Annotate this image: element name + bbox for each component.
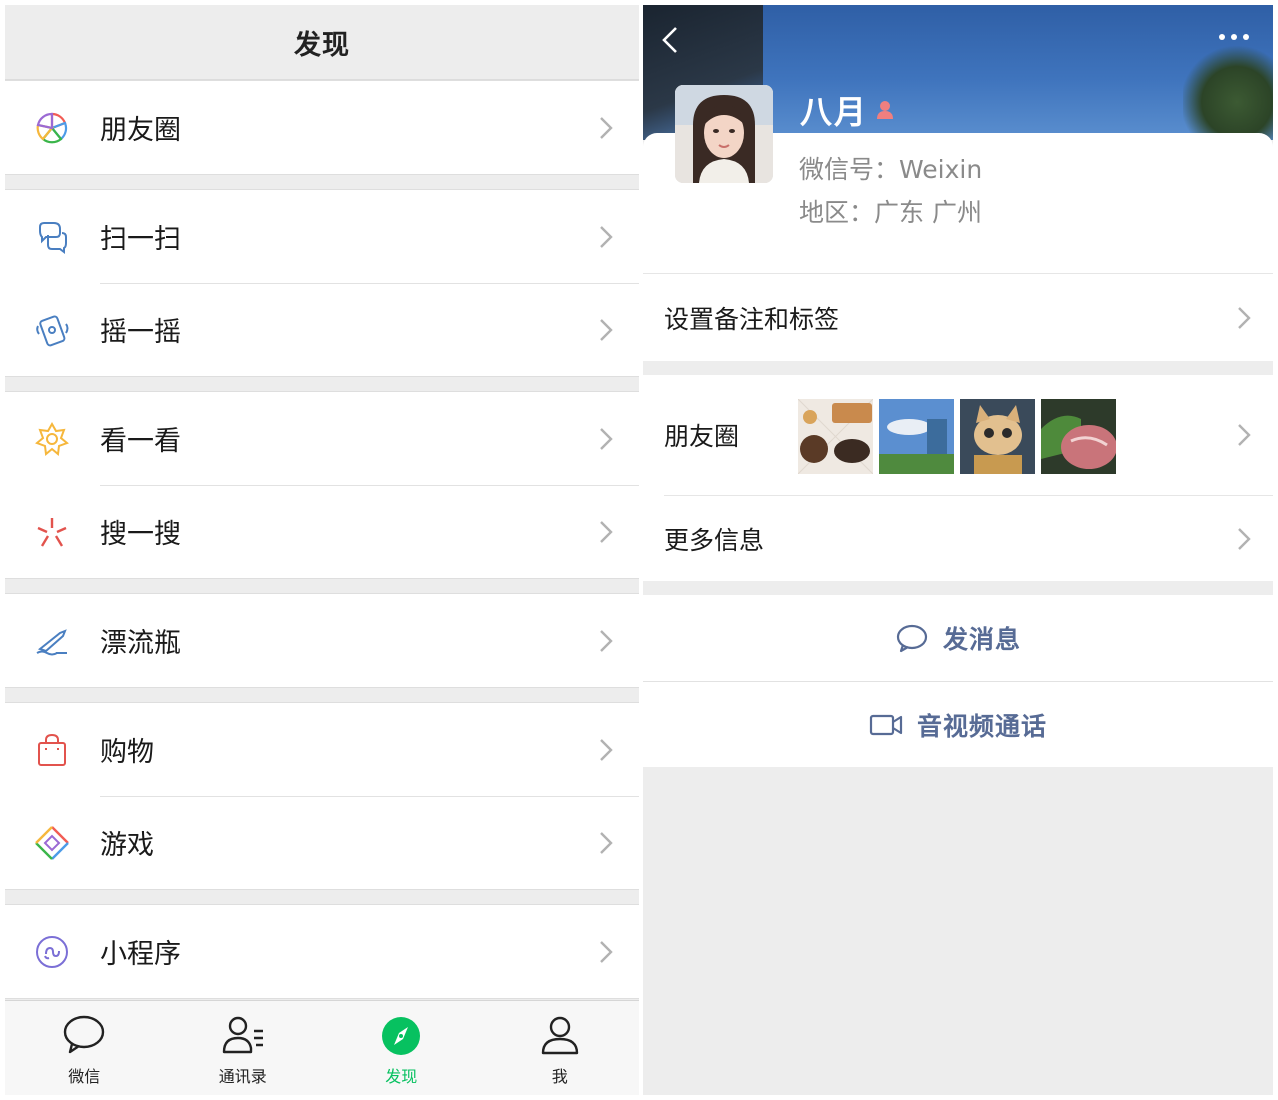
- scan-icon: [34, 219, 70, 255]
- tab-label: 我: [551, 1067, 568, 1086]
- menu-item-scan[interactable]: 扫一扫: [5, 190, 639, 283]
- tab-me[interactable]: 我: [481, 1001, 640, 1095]
- moments-photo-food: [798, 399, 873, 474]
- weixin-id: 微信号：Weixin: [799, 155, 983, 184]
- video-camera-icon: [869, 714, 903, 735]
- chevron-right-icon: [1237, 423, 1251, 447]
- discover-group: 购物 游戏: [5, 702, 639, 890]
- set-remark-row[interactable]: 设置备注和标签: [643, 274, 1273, 362]
- moments-photo-cat: [960, 399, 1035, 474]
- bottom-tab-bar: 微信 通讯录 发现 我: [5, 1000, 639, 1095]
- cover-tree: [1183, 45, 1273, 140]
- menu-item-label: 朋友圈: [100, 115, 181, 146]
- discover-group: 小程序: [5, 904, 639, 999]
- chevron-right-icon: [599, 738, 613, 762]
- menu-item-label: 小程序: [100, 939, 181, 970]
- chat-bubble-icon: [896, 624, 928, 653]
- moments-row[interactable]: 朋友圈: [643, 375, 1273, 495]
- chevron-right-icon: [1237, 527, 1251, 551]
- more-info-label: 更多信息: [664, 525, 765, 555]
- chevron-right-icon: [599, 520, 613, 544]
- tab-contacts[interactable]: 通讯录: [164, 1001, 323, 1095]
- moments-photos: [798, 399, 1116, 474]
- discover-group: 漂流瓶: [5, 593, 639, 688]
- chevron-right-icon: [1237, 306, 1251, 330]
- contact-name-text: 八月: [800, 93, 869, 131]
- discover-group: 朋友圈: [5, 80, 639, 175]
- games-icon: [34, 825, 70, 861]
- info-section: 朋友圈 更多信息: [643, 375, 1273, 581]
- chevron-right-icon: [599, 831, 613, 855]
- tab-chats[interactable]: 微信: [5, 1001, 164, 1095]
- moments-label: 朋友圈: [664, 422, 740, 451]
- menu-item-label: 摇一摇: [100, 317, 181, 348]
- moments-icon: [34, 110, 70, 146]
- female-icon: [877, 101, 894, 119]
- video-call-button[interactable]: 音视频通话: [643, 681, 1273, 767]
- chevron-left-icon: [662, 27, 677, 53]
- moments-photo-meat: [1041, 399, 1116, 474]
- chevron-right-icon: [599, 629, 613, 653]
- chevron-right-icon: [599, 940, 613, 964]
- back-button[interactable]: [659, 25, 681, 55]
- search-icon: [34, 514, 70, 550]
- profile-screen: 八月 微信号：Weixin 地区：广东 广州 设置备注和标签 朋友圈 更多信息 …: [643, 5, 1273, 1095]
- menu-item-games[interactable]: 游戏: [5, 796, 639, 889]
- set-remark-label: 设置备注和标签: [664, 305, 840, 334]
- page-title: 发现: [294, 29, 350, 61]
- menu-item-label: 搜一搜: [100, 519, 181, 550]
- contact-name: 八月: [800, 87, 896, 133]
- menu-item-label: 漂流瓶: [100, 628, 181, 659]
- chevron-right-icon: [599, 225, 613, 249]
- menu-item-label: 游戏: [100, 830, 154, 861]
- tab-label: 发现: [385, 1067, 418, 1086]
- more-info-row[interactable]: 更多信息: [664, 495, 1273, 581]
- nav-bar: 发现: [5, 5, 639, 80]
- menu-item-label: 购物: [100, 737, 154, 768]
- menu-item-drift-bottle[interactable]: 漂流瓶: [5, 594, 639, 687]
- more-dots-icon: [1219, 34, 1249, 40]
- discover-group: 看一看 搜一搜: [5, 391, 639, 579]
- drift-bottle-icon: [34, 623, 70, 659]
- shake-icon: [34, 312, 70, 348]
- region: 地区：广东 广州: [799, 198, 982, 227]
- menu-item-moments[interactable]: 朋友圈: [5, 81, 639, 174]
- menu-item-mini-programs[interactable]: 小程序: [5, 905, 639, 998]
- menu-item-label: 看一看: [100, 426, 181, 457]
- tab-label: 通讯录: [218, 1067, 267, 1086]
- chevron-right-icon: [599, 318, 613, 342]
- discover-group: 扫一扫 摇一摇: [5, 189, 639, 377]
- me-icon: [541, 1016, 578, 1055]
- moments-photo-sky: [879, 399, 954, 474]
- send-message-label: 发消息: [942, 625, 1021, 654]
- send-message-button[interactable]: 发消息: [643, 595, 1273, 681]
- tab-discover[interactable]: 发现: [322, 1001, 481, 1095]
- discover-screen: 发现 朋友圈 扫一扫 摇一摇 看一看 搜一搜 漂流瓶 购物 游戏 小程序 微信 …: [5, 5, 639, 1095]
- chevron-right-icon: [599, 427, 613, 451]
- more-button[interactable]: [1217, 27, 1251, 47]
- menu-item-shopping[interactable]: 购物: [5, 703, 639, 796]
- menu-item-search[interactable]: 搜一搜: [5, 485, 639, 578]
- top-stories-icon: [34, 421, 70, 457]
- remark-section: 设置备注和标签: [643, 273, 1273, 361]
- menu-item-shake[interactable]: 摇一摇: [5, 283, 639, 376]
- avatar[interactable]: [675, 85, 773, 183]
- compass-icon: [382, 1017, 421, 1055]
- menu-item-label: 扫一扫: [100, 224, 181, 255]
- tab-label: 微信: [68, 1067, 101, 1086]
- mini-program-icon: [34, 934, 70, 970]
- chevron-right-icon: [599, 116, 613, 140]
- contacts-icon: [222, 1016, 263, 1054]
- menu-item-top-stories[interactable]: 看一看: [5, 392, 639, 485]
- video-call-label: 音视频通话: [916, 711, 1047, 741]
- chat-bubble-icon: [64, 1015, 105, 1054]
- actions-section: 发消息 音视频通话: [643, 595, 1273, 767]
- shopping-bag-icon: [34, 732, 70, 768]
